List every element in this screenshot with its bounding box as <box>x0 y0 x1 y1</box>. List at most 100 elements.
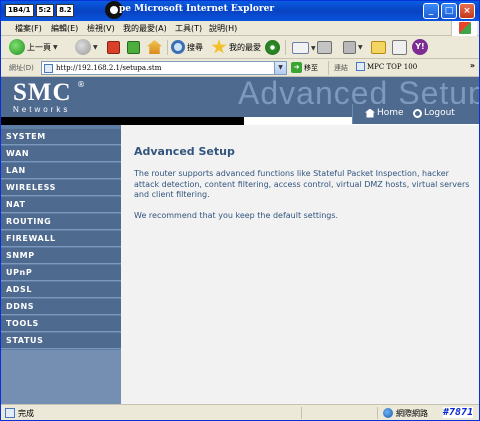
menu-favorites[interactable]: 我的最愛(A) <box>123 23 167 34</box>
page-title: Advanced Setup <box>134 145 235 158</box>
home-link[interactable]: Home <box>365 108 404 118</box>
mail-button[interactable]: ▼ <box>292 42 316 54</box>
yahoo-icon: Y! <box>412 39 428 55</box>
link-page-icon <box>356 62 365 71</box>
links-chevron-icon[interactable]: » <box>470 61 475 70</box>
toolbar-separator <box>285 40 286 55</box>
nav-system[interactable]: SYSTEM <box>1 129 121 145</box>
nav-firewall[interactable]: FIREWALL <box>1 231 121 247</box>
back-label: 上一頁 <box>27 42 51 52</box>
address-dropdown-icon[interactable]: ▼ <box>274 62 286 74</box>
go-button[interactable]: ➜ 移至 <box>291 62 318 73</box>
logo-subtitle: Networks <box>13 105 71 114</box>
recommendation-paragraph: We recommend that you keep the default s… <box>134 211 339 220</box>
browser-window: 1B4/1 5:2 8.2 pe Microsoft Internet Expl… <box>0 0 480 421</box>
search-label: 搜尋 <box>187 42 203 52</box>
print-button[interactable] <box>317 41 332 54</box>
nav-nat[interactable]: NAT <box>1 197 121 213</box>
description-paragraph: The router supports advanced functions l… <box>134 169 470 199</box>
minimize-button[interactable]: _ <box>423 3 439 19</box>
links-separator <box>328 61 329 75</box>
toolbar-separator <box>167 40 168 55</box>
maximize-button[interactable]: □ <box>441 3 457 19</box>
nav-lan[interactable]: LAN <box>1 163 121 179</box>
home-button[interactable] <box>147 40 162 54</box>
menu-file[interactable]: 檔案(F) <box>15 23 42 34</box>
logo-registered-mark: ® <box>77 80 85 89</box>
refresh-icon <box>127 41 140 54</box>
search-button[interactable]: 搜尋 <box>171 40 203 54</box>
favorites-button[interactable]: 我的最愛 <box>211 39 261 55</box>
menu-view[interactable]: 檢視(V) <box>87 23 115 34</box>
main-panel: Advanced Setup The router supports advan… <box>121 125 479 404</box>
menu-tools[interactable]: 工具(T) <box>175 23 202 34</box>
nav-tools[interactable]: TOOLS <box>1 316 121 332</box>
status-bar: 完成 網際網路 #7871 <box>1 404 479 420</box>
internet-zone-icon <box>383 408 393 418</box>
messenger-button[interactable] <box>392 40 407 55</box>
search-icon <box>171 40 185 54</box>
logout-icon <box>413 108 422 118</box>
home-icon <box>147 40 162 54</box>
home-label: Home <box>377 108 404 118</box>
go-arrow-icon: ➜ <box>291 62 302 73</box>
nav-routing[interactable]: ROUTING <box>1 214 121 230</box>
nav-adsl[interactable]: ADSL <box>1 282 121 298</box>
link-mpc-top100[interactable]: MPC TOP 100 <box>356 62 417 71</box>
home-icon <box>365 108 375 118</box>
logout-link[interactable]: Logout <box>413 108 455 118</box>
stop-button[interactable] <box>107 41 120 54</box>
link-label: MPC TOP 100 <box>367 62 418 71</box>
media-icon <box>265 40 280 55</box>
window-controls: _ □ × <box>423 3 475 19</box>
folder-icon <box>371 41 386 54</box>
title-prefix: 1B4/1 5:2 8.2 <box>5 4 75 17</box>
printer-icon <box>317 41 332 54</box>
refresh-button[interactable] <box>127 41 140 54</box>
nav-status[interactable]: STATUS <box>1 333 121 349</box>
toolbar: 上一頁 ▼ ▼ 搜尋 我的最愛 ▼ ▼ Y! <box>1 36 479 59</box>
page-content: Advanced Setup SMC ® Networks Home Logou… <box>1 77 479 404</box>
nav-ddns[interactable]: DDNS <box>1 299 121 315</box>
title-bar[interactable]: 1B4/1 5:2 8.2 pe Microsoft Internet Expl… <box>1 1 479 21</box>
favorites-label: 我的最愛 <box>229 42 261 52</box>
header-links: Home Logout <box>352 104 479 124</box>
nav-wan[interactable]: WAN <box>1 146 121 162</box>
links-label[interactable]: 連結 <box>334 63 348 73</box>
nav-snmp[interactable]: SNMP <box>1 248 121 264</box>
address-bar: 網址(D) http://192.168.2.1/setupa.stm ▼ ➜ … <box>1 59 479 77</box>
close-button[interactable]: × <box>459 3 475 19</box>
address-input[interactable]: http://192.168.2.1/setupa.stm ▼ <box>41 61 287 75</box>
back-button[interactable]: 上一頁 ▼ <box>9 39 58 55</box>
yahoo-button[interactable]: Y! <box>412 39 428 55</box>
forward-dropdown-icon[interactable]: ▼ <box>93 44 98 51</box>
edit-icon <box>343 41 356 54</box>
folder-button[interactable] <box>371 41 386 54</box>
media-button[interactable] <box>265 40 280 55</box>
mail-dropdown-icon[interactable]: ▼ <box>311 45 316 52</box>
logout-label: Logout <box>424 108 455 118</box>
forward-arrow-icon <box>75 39 91 55</box>
stop-icon <box>107 41 120 54</box>
menu-help[interactable]: 說明(H) <box>209 23 237 34</box>
back-dropdown-icon[interactable]: ▼ <box>53 44 58 51</box>
page-icon <box>44 64 53 73</box>
nav-wireless[interactable]: WIRELESS <box>1 180 121 196</box>
smc-logo: SMC ® Networks <box>13 79 85 114</box>
address-label: 網址(D) <box>9 64 34 72</box>
status-divider <box>377 407 378 419</box>
sidebar-nav: SYSTEM WAN LAN WIRELESS NAT ROUTING FIRE… <box>1 125 121 404</box>
back-arrow-icon <box>9 39 25 55</box>
star-icon <box>211 39 227 54</box>
status-divider <box>301 407 302 419</box>
nav-upnp[interactable]: UPnP <box>1 265 121 281</box>
edit-button[interactable]: ▼ <box>343 41 363 54</box>
page-done-icon <box>5 408 15 418</box>
menu-edit[interactable]: 編輯(E) <box>51 23 78 34</box>
forward-button[interactable]: ▼ <box>75 39 98 55</box>
edit-dropdown-icon[interactable]: ▼ <box>358 44 363 51</box>
address-url[interactable]: http://192.168.2.1/setupa.stm <box>56 64 161 72</box>
menu-bar: 檔案(F) 編輯(E) 檢視(V) 我的最愛(A) 工具(T) 說明(H) <box>1 21 479 36</box>
logo-brand: SMC <box>13 79 72 106</box>
window-title: pe Microsoft Internet Explorer <box>119 4 275 14</box>
